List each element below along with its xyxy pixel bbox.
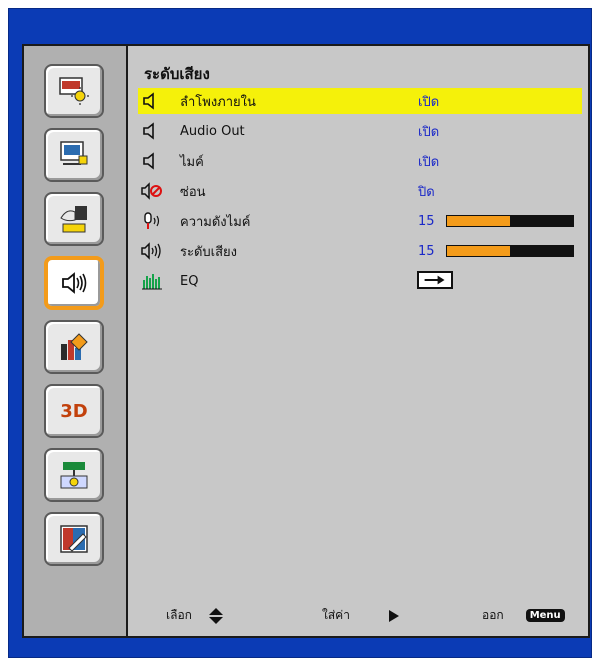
menu-item-value: ปิด <box>418 184 435 200</box>
menu-item-label: ลำโพงภายใน <box>180 94 256 110</box>
menu-item-label: ความดังไมค์ <box>180 214 251 230</box>
menu-item-volume[interactable]: ระดับเสียง 15 <box>138 238 582 264</box>
network-icon <box>60 462 88 489</box>
audio-speaker-icon <box>62 272 87 294</box>
volume-slider[interactable] <box>446 245 574 257</box>
menu-item-audio-out[interactable]: Audio Out เปิด <box>138 118 582 144</box>
hint-exit: ออก Menu <box>482 606 565 625</box>
equalizer-icon <box>142 274 162 290</box>
menu-item-label: Audio Out <box>180 123 245 139</box>
volume-fill <box>447 246 510 256</box>
menu-item-label: EQ <box>180 273 199 289</box>
mic-volume-slider[interactable] <box>446 215 574 227</box>
menu-item-eq[interactable]: EQ <box>138 268 582 294</box>
hint-enter-label: ใส่ค่า <box>322 608 350 622</box>
audio-menu: ระดับเสียง ลำโพงภายใน เปิด Audio Out เปิ… <box>130 46 588 636</box>
menu-item-value: 15 <box>418 243 435 259</box>
3d-label: 3D <box>60 400 88 422</box>
speaker-icon <box>143 152 154 170</box>
enter-submenu-button[interactable] <box>417 271 453 289</box>
sidebar-item-interactive[interactable] <box>44 512 104 566</box>
hint-enter: ใส่ค่า <box>322 606 400 625</box>
sidebar-item-image[interactable] <box>44 64 104 118</box>
menu-key[interactable]: Menu <box>525 609 565 622</box>
pen-board-icon <box>60 525 88 553</box>
up-down-icon <box>208 607 223 624</box>
sidebar-item-audio[interactable] <box>44 256 104 310</box>
footer-hints: เลือก ใส่ค่า ออก Menu <box>130 592 588 636</box>
hint-select-label: เลือก <box>166 608 192 622</box>
screen-brightness-icon <box>59 77 89 105</box>
page-title: ระดับเสียง <box>144 65 210 83</box>
menu-item-label: ระดับเสียง <box>180 244 238 260</box>
menu-item-mic-volume[interactable]: ความดังไมค์ 15 <box>138 208 582 234</box>
menu-item-mute[interactable]: ซ่อน ปิด <box>138 178 582 204</box>
hint-select: เลือก <box>166 606 224 625</box>
hand-settings-icon <box>60 206 87 233</box>
arrow-right-icon <box>424 275 445 285</box>
sidebar-item-options[interactable] <box>44 320 104 374</box>
menu-item-label: ไมค์ <box>180 154 204 170</box>
sidebar-item-3d[interactable]: 3D <box>44 384 104 438</box>
menu-item-value: เปิด <box>418 154 440 170</box>
microphone-icon <box>144 212 160 229</box>
mic-volume-fill <box>447 216 510 226</box>
menu-item-mic[interactable]: ไมค์ เปิด <box>138 148 582 174</box>
mute-icon <box>141 182 162 200</box>
options-icon <box>61 333 88 360</box>
speaker-icon <box>143 92 154 110</box>
osd-panel: 3D ระดับเสียง ลำโพงภายใน เปิด Audio Out … <box>22 44 590 638</box>
hint-exit-label: ออก <box>482 608 504 622</box>
sidebar-item-display[interactable] <box>44 128 104 182</box>
projector-screen-icon <box>60 141 88 165</box>
speaker-icon <box>143 122 154 140</box>
menu-item-value: เปิด <box>418 94 440 110</box>
menu-item-label: ซ่อน <box>180 184 206 200</box>
volume-icon <box>141 242 161 260</box>
menu-item-value: 15 <box>418 213 435 229</box>
sidebar: 3D <box>24 46 128 636</box>
sidebar-item-setup[interactable] <box>44 192 104 246</box>
menu-item-value: เปิด <box>418 124 440 140</box>
menu-item-internal-speaker[interactable]: ลำโพงภายใน เปิด <box>138 88 582 114</box>
play-right-icon <box>388 609 399 622</box>
sidebar-item-network[interactable] <box>44 448 104 502</box>
